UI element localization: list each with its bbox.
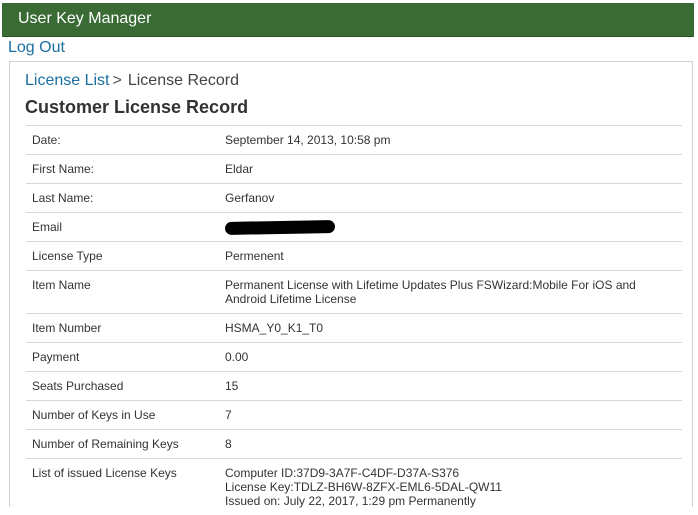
field-value: September 14, 2013, 10:58 pm (219, 125, 682, 155)
field-value: Gerfanov (219, 183, 682, 213)
table-row-last-name: Last Name: Gerfanov (26, 183, 682, 213)
page-title: Customer License Record (25, 97, 249, 117)
field-label: Item Name (26, 270, 219, 314)
field-label: Number of Remaining Keys (26, 429, 219, 459)
field-label: Payment (26, 342, 219, 372)
breadcrumb-current: License Record (127, 72, 240, 89)
computer-id-text: Computer ID:37D9-3A7F-C4DF-D37A-S376 (225, 466, 460, 481)
field-value: 0.00 (219, 342, 682, 372)
email-value (219, 211, 682, 242)
field-label: Item Number (26, 313, 219, 343)
table-row-item-number: Item Number HSMA_Y0_K1_T0 (26, 313, 682, 343)
table-row-first-name: First Name: Eldar (26, 154, 682, 184)
field-value: 7 (219, 400, 682, 430)
field-label: Last Name: (26, 183, 219, 213)
table-row-email: Email (26, 211, 682, 242)
table-row-license-type: License Type Permenent (26, 241, 682, 271)
table-row-seats-purchased: Seats Purchased 15 (26, 371, 682, 401)
issued-keys-value: Computer ID:37D9-3A7F-C4DF-D37A-S376 Lic… (219, 458, 682, 515)
field-value: 15 (219, 371, 682, 401)
field-value: Permenent (219, 241, 682, 271)
breadcrumb-license-list-link[interactable]: License List (25, 72, 110, 89)
field-value: Permanent License with Lifetime Updates … (219, 270, 682, 314)
field-label: Date: (26, 125, 219, 155)
table-row-keys-in-use: Number of Keys in Use 7 (26, 400, 682, 430)
field-label: Seats Purchased (26, 371, 219, 401)
license-record-table: Date: September 14, 2013, 10:58 pm First… (26, 125, 682, 515)
table-row-remaining-keys: Number of Remaining Keys 8 (26, 429, 682, 459)
table-row-date: Date: September 14, 2013, 10:58 pm (26, 125, 682, 155)
app-title: User Key Manager (18, 10, 152, 27)
field-label: First Name: (26, 154, 219, 184)
table-row-item-name: Item Name Permanent License with Lifetim… (26, 270, 682, 314)
field-label: License Type (26, 241, 219, 271)
issued-on-text: Issued on: July 22, 2017, 1:29 pm Perman… (225, 494, 476, 509)
app-header-bar: User Key Manager (2, 3, 694, 37)
redaction-mark (224, 220, 336, 236)
breadcrumb: License List > License Record (25, 72, 239, 90)
field-label: List of issued License Keys (26, 458, 219, 515)
logout-link[interactable]: Log Out (8, 39, 65, 57)
field-value: 8 (219, 429, 682, 459)
field-value: HSMA_Y0_K1_T0 (219, 313, 682, 343)
field-value: Eldar (219, 154, 682, 184)
field-label: Number of Keys in Use (26, 400, 219, 430)
table-row-issued-keys: List of issued License Keys Computer ID:… (26, 458, 682, 515)
field-label: Email (26, 211, 219, 242)
breadcrumb-separator: > (112, 72, 122, 89)
license-key-text: License Key:TDLZ-BH6W-8ZFX-EML6-5DAL-QW1… (225, 480, 502, 495)
table-row-payment: Payment 0.00 (26, 342, 682, 372)
license-record-panel: License List > License Record Customer Lic… (9, 61, 693, 515)
